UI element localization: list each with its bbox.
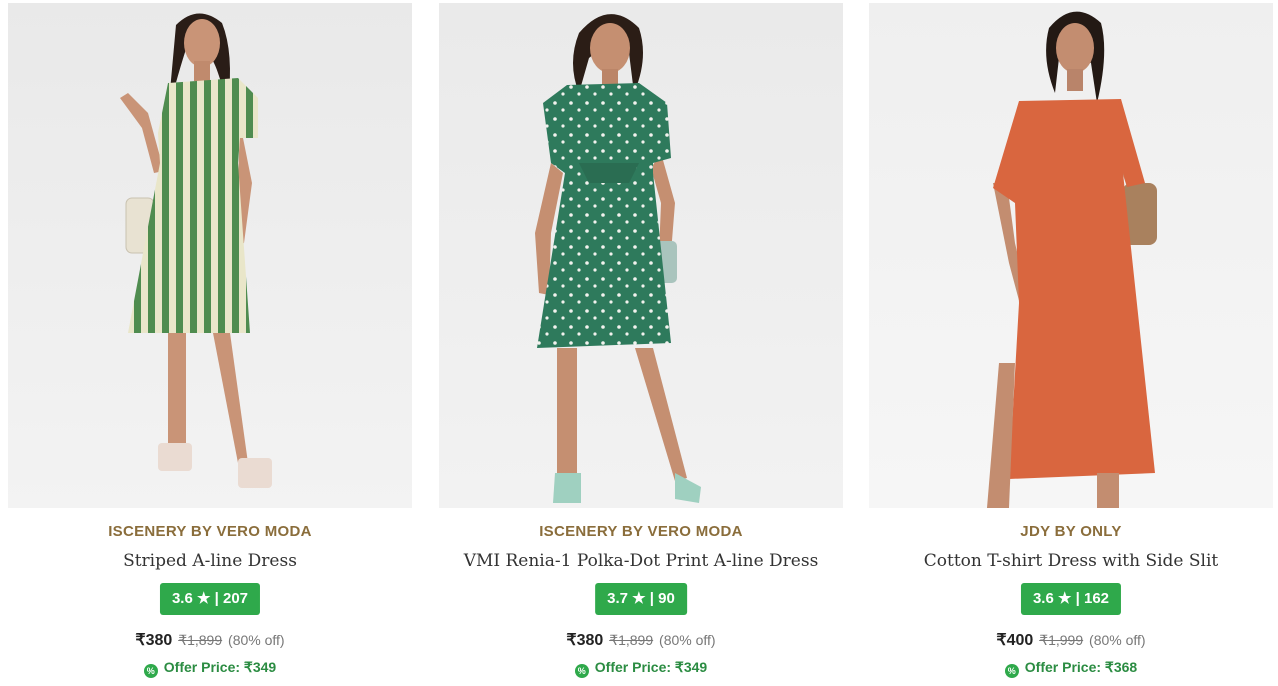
original-price: ₹1,999 [1039, 632, 1084, 648]
polka-dot-dress-photo [439, 3, 843, 508]
striped-dress-photo [8, 3, 412, 508]
offer-price: % Offer Price: ₹368 [869, 659, 1273, 678]
product-card[interactable]: JDY BY ONLY Cotton T-shirt Dress with Si… [869, 3, 1273, 686]
original-price: ₹1,899 [609, 632, 654, 648]
percent-badge-icon: % [1004, 664, 1019, 678]
tshirt-dress-photo [869, 3, 1273, 508]
product-brand[interactable]: ISCENERY BY VERO MODA [439, 523, 843, 540]
selling-price: ₹380 [566, 632, 604, 649]
percent-badge-icon: % [574, 664, 589, 678]
rating-badge: 3.6 ★ | 207 [159, 583, 261, 615]
discount-percent: (80% off) [228, 632, 285, 648]
product-name[interactable]: VMI Renia-1 Polka-Dot Print A-line Dress [439, 551, 843, 571]
offer-price-label: Offer Price: ₹368 [1024, 659, 1138, 675]
star-icon: ★ [197, 590, 211, 607]
rating-separator: | [214, 590, 219, 607]
product-image[interactable] [439, 3, 843, 508]
percent-badge-icon: % [143, 664, 158, 678]
offer-price-label: Offer Price: ₹349 [594, 659, 708, 675]
selling-price: ₹400 [996, 632, 1034, 649]
rating-value: 3.6 [171, 590, 193, 607]
product-grid: ISCENERY BY VERO MODA Striped A-line Dre… [0, 0, 1278, 686]
offer-price: % Offer Price: ₹349 [8, 659, 412, 678]
selling-price: ₹380 [135, 632, 173, 649]
review-count: 162 [1084, 590, 1110, 607]
rating-value: 3.7 [607, 590, 628, 607]
star-icon: ★ [632, 590, 646, 607]
price-row: ₹380 ₹1,899 (80% off) [8, 630, 412, 650]
offer-price: % Offer Price: ₹349 [439, 659, 843, 678]
discount-percent: (80% off) [1089, 632, 1146, 648]
offer-price-label: Offer Price: ₹349 [163, 659, 277, 675]
price-row: ₹380 ₹1,899 (80% off) [439, 630, 843, 650]
product-card[interactable]: ISCENERY BY VERO MODA VMI Renia-1 Polka-… [439, 3, 843, 686]
discount-percent: (80% off) [659, 632, 716, 648]
product-name[interactable]: Cotton T-shirt Dress with Side Slit [869, 551, 1273, 571]
rating-separator: | [1075, 590, 1080, 607]
product-image[interactable] [8, 3, 412, 508]
star-icon: ★ [1058, 590, 1072, 607]
original-price: ₹1,899 [178, 632, 223, 648]
review-count: 90 [658, 590, 675, 607]
product-name[interactable]: Striped A-line Dress [8, 551, 412, 571]
rating-separator: | [649, 590, 654, 607]
product-image[interactable] [869, 3, 1273, 508]
rating-badge: 3.6 ★ | 162 [1020, 583, 1122, 615]
product-brand[interactable]: ISCENERY BY VERO MODA [8, 523, 412, 540]
rating-badge: 3.7 ★ | 90 [595, 583, 687, 615]
price-row: ₹400 ₹1,999 (80% off) [869, 630, 1273, 650]
product-brand[interactable]: JDY BY ONLY [869, 523, 1273, 540]
review-count: 207 [223, 590, 249, 607]
rating-value: 3.6 [1032, 590, 1054, 607]
product-card[interactable]: ISCENERY BY VERO MODA Striped A-line Dre… [8, 3, 412, 686]
